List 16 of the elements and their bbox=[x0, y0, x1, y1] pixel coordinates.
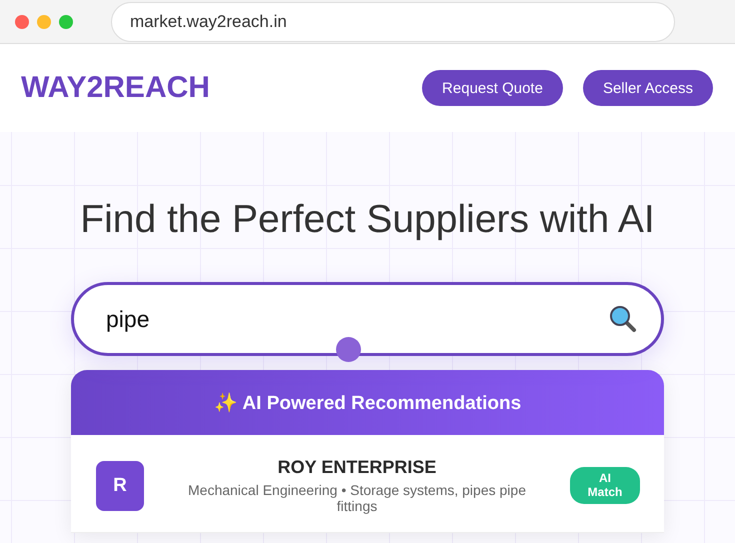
search-icon[interactable] bbox=[609, 305, 637, 333]
supplier-avatar: R bbox=[96, 460, 144, 510]
supplier-name: ROY ENTERPRISE bbox=[276, 457, 438, 478]
header-button[interactable]: Request Quote bbox=[422, 70, 563, 106]
close-window-dot[interactable] bbox=[15, 14, 29, 28]
header-button[interactable]: Seller Access bbox=[582, 70, 713, 106]
hero-title: Find the Perfect Suppliers with AI bbox=[80, 198, 655, 242]
search-field[interactable]: pipe bbox=[71, 282, 664, 356]
supplier-description: Mechanical Engineering • Storage systems, pipes pipe fittings bbox=[187, 482, 527, 514]
site-logo[interactable]: WAY2REACH bbox=[21, 71, 210, 105]
supplier-row[interactable]: R ROY ENTERPRISE Mechanical Engineering • Storage systems, pipes pipe fittings AI Match bbox=[71, 435, 664, 533]
ai-match-badge: AI Match bbox=[570, 466, 640, 504]
maximize-window-dot[interactable] bbox=[59, 14, 73, 28]
minimize-window-dot[interactable] bbox=[37, 14, 51, 28]
address-bar[interactable]: market.way2reach.in bbox=[111, 2, 675, 42]
recommendations-title: ✨ AI Powered Recommendations bbox=[214, 392, 522, 414]
